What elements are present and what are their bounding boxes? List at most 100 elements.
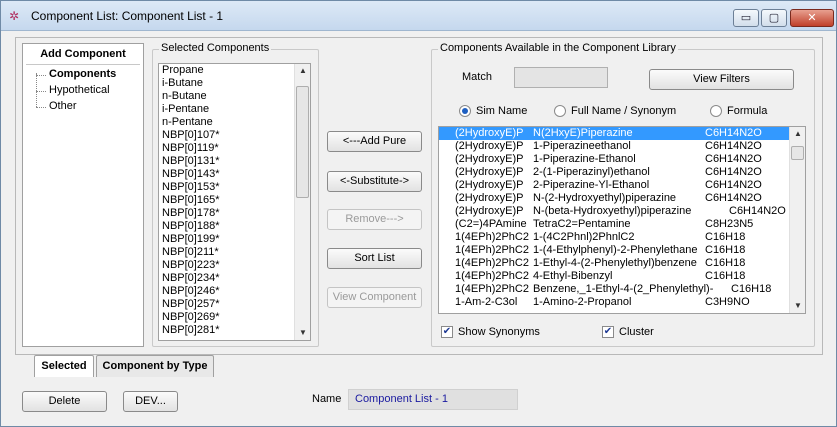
cell-formula: C6H14N2O <box>705 192 762 204</box>
view-component-button[interactable]: View Component <box>327 287 422 308</box>
cell-sim: (2HydroxyE)P <box>455 205 524 217</box>
scroll-thumb[interactable] <box>791 146 804 160</box>
cell-formula: C8H23N5 <box>705 218 754 230</box>
table-row[interactable]: 1(4EPh)2PhC2 1-(4-Ethylphenyl)-2-Phenylet… <box>439 244 805 257</box>
cluster-label: Cluster <box>619 326 654 338</box>
list-item[interactable]: NBP[0]153* <box>159 181 310 194</box>
list-item[interactable]: NBP[0]107* <box>159 129 310 142</box>
cell-full: 1-Amino-2-Propanol <box>533 296 632 308</box>
list-item[interactable]: NBP[0]119* <box>159 142 310 155</box>
sort-list-button[interactable]: Sort List <box>327 248 422 269</box>
radio-formula-label: Formula <box>727 105 768 117</box>
list-item[interactable]: NBP[0]131* <box>159 155 310 168</box>
selected-components-list[interactable]: Propane i-Butane n-Butane i-Pentane n-Pentan… <box>158 63 311 341</box>
tree-item-components[interactable]: Components <box>49 68 116 80</box>
scroll-thumb[interactable] <box>296 86 309 198</box>
remove-button[interactable]: Remove---> <box>327 209 422 230</box>
list-item[interactable]: NBP[0]178* <box>159 207 310 220</box>
cell-sim: (2HydroxyE)P <box>455 153 524 165</box>
selected-components-label: Selected Components <box>159 42 272 54</box>
cell-sim: 1(4EPh)2PhC2 <box>455 231 529 243</box>
list-item[interactable]: NBP[0]165* <box>159 194 310 207</box>
table-row[interactable]: 1(4EPh)2PhC2 Benzene,_1-Ethyl-4-(2_Phenyl… <box>439 283 805 296</box>
list-item[interactable]: n-Butane <box>159 90 310 103</box>
list-item[interactable]: NBP[0]223* <box>159 259 310 272</box>
match-label: Match <box>462 71 492 83</box>
cell-full: 1-Ethyl-4-(2-Phenylethyl)benzene <box>533 257 697 269</box>
table-row[interactable]: 1(4EPh)2PhC2 1-(4C2Phnl)2PhnlC2 C16H18 <box>439 231 805 244</box>
cluster-checkbox[interactable]: ✔ Cluster <box>602 326 654 339</box>
title-bar[interactable]: ✲ Component List: Component List - 1 ▭ ▢… <box>1 1 836 31</box>
table-row[interactable]: (2HydroxyE)P N-(beta-Hydroxyethyl)piperaz… <box>439 205 805 218</box>
table-row[interactable]: (2HydroxyE)P 2-Piperazine-Yl-Ethanol C6H14… <box>439 179 805 192</box>
radio-on-icon <box>459 105 471 118</box>
scroll-down-arrow-icon[interactable]: ▼ <box>295 326 310 340</box>
table-row[interactable]: (C2=)4PAmine TetraC2=Pentamine C8H23N5 <box>439 218 805 231</box>
list-item[interactable]: i-Butane <box>159 77 310 90</box>
cell-sim: 1(4EPh)2PhC2 <box>455 257 529 269</box>
minimize-button[interactable]: ▭ <box>733 9 759 27</box>
list-item[interactable]: NBP[0]211* <box>159 246 310 259</box>
scroll-up-arrow-icon[interactable]: ▲ <box>295 64 310 78</box>
list-item[interactable]: NBP[0]234* <box>159 272 310 285</box>
tree-item-other[interactable]: Other <box>49 100 77 112</box>
name-label: Name <box>312 393 342 405</box>
list-item[interactable]: NBP[0]143* <box>159 168 310 181</box>
maximize-button[interactable]: ▢ <box>761 9 787 27</box>
list-item[interactable]: NBP[0]246* <box>159 285 310 298</box>
list-item[interactable]: NBP[0]188* <box>159 220 310 233</box>
table-row[interactable]: 1(4EPh)2PhC2 4-Ethyl-Bibenzyl C16H18 <box>439 270 805 283</box>
table-row[interactable]: (2HydroxyE)P 1-Piperazine-Ethanol C6H14N2O <box>439 153 805 166</box>
cell-formula: C6H14N2O <box>705 127 762 139</box>
checkmark-icon: ✔ <box>602 326 614 339</box>
match-input[interactable] <box>514 67 608 88</box>
cell-sim: (2HydroxyE)P <box>455 166 524 178</box>
table-row[interactable]: (2HydroxyE)P N-(2-Hydroxyethyl)piperazine… <box>439 192 805 205</box>
cell-formula: C6H14N2O <box>729 205 786 217</box>
list-item[interactable]: NBP[0]281* <box>159 324 310 337</box>
cell-full: N-(beta-Hydroxyethyl)piperazine <box>533 205 692 217</box>
radio-sim-name[interactable]: Sim Name <box>459 105 528 118</box>
tree-item-hypothetical[interactable]: Hypothetical <box>49 84 110 96</box>
cell-sim: (2HydroxyE)P <box>455 179 524 191</box>
add-component-header: Add Component <box>40 48 126 60</box>
cell-full: Benzene,_1-Ethyl-4-(2_Phenylethyl)- <box>533 283 714 295</box>
list-item[interactable]: n-Pentane <box>159 116 310 129</box>
cell-full: 2-(1-Piperazinyl)ethanol <box>533 166 650 178</box>
list-item[interactable]: i-Pentane <box>159 103 310 116</box>
cell-sim: (2HydroxyE)P <box>455 140 524 152</box>
table-row[interactable]: 1-Am-2-C3ol 1-Amino-2-Propanol C3H9NO <box>439 296 805 309</box>
list-item[interactable]: NBP[0]199* <box>159 233 310 246</box>
close-button[interactable]: ✕ <box>790 9 834 27</box>
view-filters-button[interactable]: View Filters <box>649 69 794 90</box>
library-list-scrollbar[interactable]: ▲ ▼ <box>789 127 805 313</box>
delete-button[interactable]: Delete <box>22 391 107 412</box>
table-row[interactable]: (2HydroxyE)P N(2HxyE)Piperazine C6H14N2O <box>439 127 805 140</box>
table-row[interactable]: (2HydroxyE)P 2-(1-Piperazinyl)ethanol C6H1… <box>439 166 805 179</box>
tab-selected[interactable]: Selected <box>34 355 94 377</box>
add-component-tree: Add Component Components Hypothetical Ot… <box>22 43 144 347</box>
radio-sim-name-label: Sim Name <box>476 105 528 117</box>
radio-full-name-label: Full Name / Synonym <box>571 105 677 117</box>
list-item[interactable]: Propane <box>159 64 310 77</box>
selected-list-scrollbar[interactable]: ▲ ▼ <box>294 64 310 340</box>
dev-button[interactable]: DEV... <box>123 391 178 412</box>
show-synonyms-checkbox[interactable]: ✔ Show Synonyms <box>441 326 540 339</box>
tab-component-by-type[interactable]: Component by Type <box>96 355 214 377</box>
cell-full: 1-Piperazine-Ethanol <box>533 153 636 165</box>
scroll-down-arrow-icon[interactable]: ▼ <box>790 299 805 313</box>
tree-connector <box>36 75 46 76</box>
library-components-list[interactable]: (2HydroxyE)P N(2HxyE)Piperazine C6H14N2O (2… <box>438 126 806 314</box>
radio-full-name-synonym[interactable]: Full Name / Synonym <box>554 105 677 118</box>
table-row[interactable]: (2HydroxyE)P 1-Piperazineethanol C6H14N2O <box>439 140 805 153</box>
scroll-up-arrow-icon[interactable]: ▲ <box>790 127 805 141</box>
table-row[interactable]: 1(4EPh)2PhC2 1-Ethyl-4-(2-Phenylethyl)ben… <box>439 257 805 270</box>
substitute-button[interactable]: <-Substitute-> <box>327 171 422 192</box>
cell-formula: C6H14N2O <box>705 166 762 178</box>
add-pure-button[interactable]: <---Add Pure <box>327 131 422 152</box>
name-input[interactable]: Component List - 1 <box>348 389 518 410</box>
list-item[interactable]: NBP[0]257* <box>159 298 310 311</box>
cell-formula: C16H18 <box>705 244 746 256</box>
radio-formula[interactable]: Formula <box>710 105 768 118</box>
list-item[interactable]: NBP[0]269* <box>159 311 310 324</box>
